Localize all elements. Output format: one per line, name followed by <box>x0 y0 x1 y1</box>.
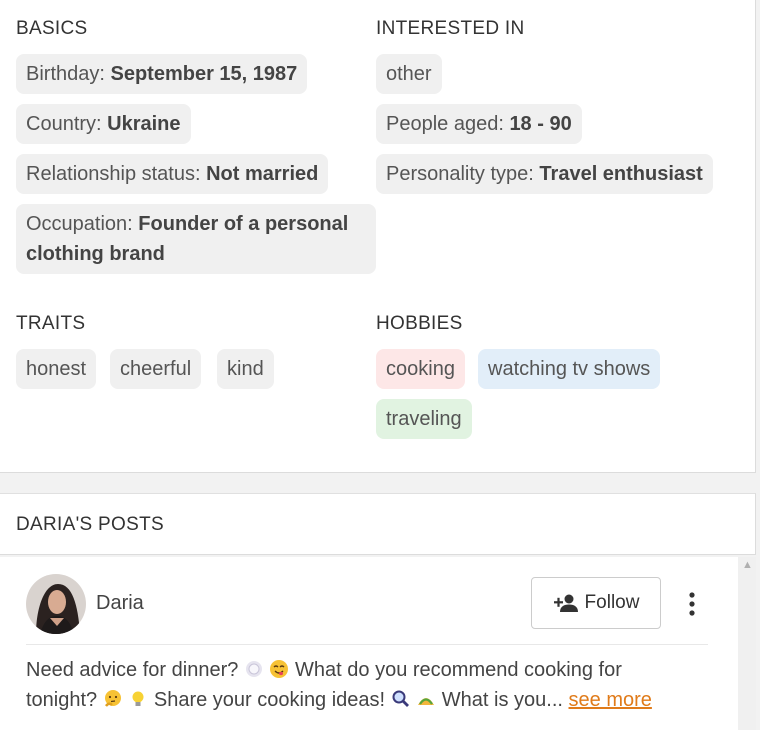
interested-in-title: INTERESTED IN <box>376 18 525 39</box>
personality-chip: Personality type: Travel enthusiast <box>376 154 713 194</box>
occupation-chip: Occupation: Founder of a personal clothi… <box>16 204 376 274</box>
more-options-icon[interactable] <box>682 587 702 621</box>
see-more-link[interactable]: see more <box>569 689 652 711</box>
traits-title: TRAITS <box>16 313 86 334</box>
hobby-chip-watching-tv: watching tv shows <box>478 349 661 389</box>
age-range-chip: People aged: 18 - 90 <box>376 104 582 144</box>
lightbulb-icon <box>132 691 144 706</box>
trait-chip: cheerful <box>110 349 202 389</box>
hobbies-title: HOBBIES <box>376 313 463 334</box>
post-text: Need advice for dinner? What do you reco… <box>26 659 652 711</box>
post-card: Daria Follow Need advice for dinner? Wha… <box>0 557 738 730</box>
birthday-chip: Birthday: September 15, 1987 <box>16 54 308 94</box>
add-person-icon <box>553 594 578 612</box>
plate-icon <box>245 661 262 677</box>
magnifier-icon <box>392 690 409 707</box>
country-chip: Country: Ukraine <box>16 104 191 144</box>
profile-details-card: BASICS Birthday: September 15, 1987 Coun… <box>0 0 756 473</box>
hobby-chip-cooking: cooking <box>376 349 465 389</box>
hobby-chip-traveling: traveling <box>376 399 472 439</box>
relationship-chip: Relationship status: Not married <box>16 154 329 194</box>
basics-title: BASICS <box>16 18 88 39</box>
taco-icon <box>418 698 435 705</box>
post-author-name[interactable]: Daria <box>96 592 144 615</box>
follow-button[interactable]: Follow <box>531 577 661 629</box>
interested-gender-chip: other <box>376 54 442 94</box>
avatar[interactable] <box>26 574 86 634</box>
post-divider <box>26 644 708 645</box>
posts-title: DARIA'S POSTS <box>16 514 164 535</box>
scrollbar[interactable]: ▲ <box>738 557 756 730</box>
scroll-up-arrow-icon[interactable]: ▲ <box>742 559 753 571</box>
trait-chip: honest <box>16 349 97 389</box>
trait-chip: kind <box>217 349 274 389</box>
posts-header-card: DARIA'S POSTS <box>0 493 756 555</box>
follow-label: Follow <box>584 592 640 613</box>
birthday-value: September 15, 1987 <box>110 63 298 85</box>
age-range-value: 18 - 90 <box>509 113 572 135</box>
personality-value: Travel enthusiast <box>539 163 703 185</box>
yum-face-icon <box>270 660 289 678</box>
thinking-face-icon <box>104 690 121 707</box>
country-value: Ukraine <box>107 113 181 135</box>
relationship-value: Not married <box>206 163 319 185</box>
